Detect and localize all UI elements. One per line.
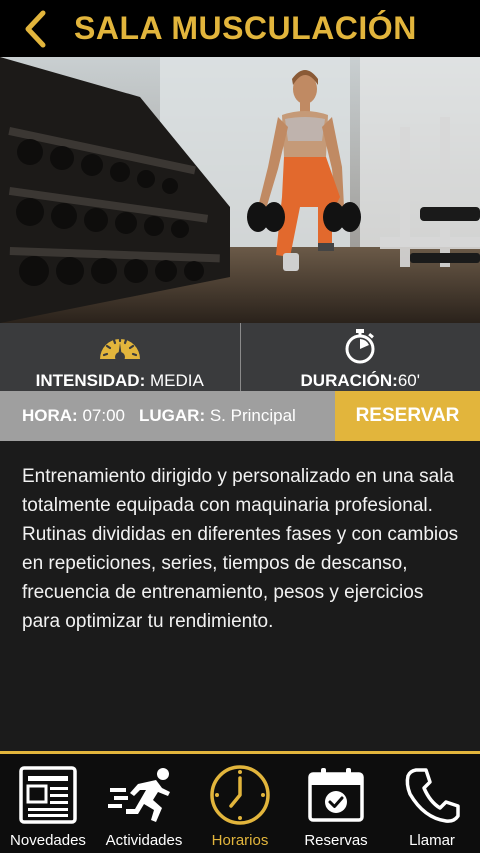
activity-description: Entrenamiento dirigido y personalizado e…	[22, 466, 459, 632]
nav-item-novedades[interactable]: Novedades	[0, 754, 96, 853]
reserve-button[interactable]: RESERVAR	[335, 391, 480, 441]
nav-item-horarios[interactable]: Horarios	[192, 754, 288, 853]
nav-label-actividades: Actividades	[105, 832, 183, 849]
bottom-nav: Novedades Actividades Horarios Reservas …	[0, 751, 480, 853]
intensity-value: MEDIA	[149, 371, 204, 390]
nav-item-actividades[interactable]: Actividades	[96, 754, 192, 853]
schedule-info: HORA: 07:00 LUGAR: S. Principal	[0, 406, 335, 426]
place-label: LUGAR:	[139, 406, 206, 425]
newspaper-icon	[19, 762, 77, 828]
place-value: S. Principal	[209, 406, 296, 425]
nav-item-llamar[interactable]: Llamar	[384, 754, 480, 853]
app-header: SALA MUSCULACIÓN	[0, 0, 480, 57]
runner-icon	[108, 762, 180, 828]
duration-value: 60'	[397, 371, 420, 390]
nav-label-novedades: Novedades	[10, 832, 86, 849]
intensity-label: INTENSIDAD:	[35, 371, 146, 390]
chevron-left-icon	[25, 10, 46, 47]
gauge-icon	[96, 327, 144, 365]
hero-image	[0, 57, 480, 323]
nav-label-horarios: Horarios	[211, 832, 269, 849]
duration-stat: DURACIÓN:60'	[239, 323, 480, 391]
nav-item-reservas[interactable]: Reservas	[288, 754, 384, 853]
back-button[interactable]	[0, 0, 70, 57]
stats-panel: INTENSIDAD: MEDIA DURACIÓN:60'	[0, 323, 480, 391]
stopwatch-icon	[343, 327, 377, 365]
calendar-check-icon	[307, 762, 365, 828]
hour-label: HORA:	[22, 406, 78, 425]
intensity-stat: INTENSIDAD: MEDIA	[0, 323, 240, 391]
hour-value: 07:00	[82, 406, 125, 425]
duration-label: DURACIÓN:	[300, 371, 398, 390]
clock-icon	[209, 762, 271, 828]
page-title: SALA MUSCULACIÓN	[74, 10, 417, 46]
nav-label-reservas: Reservas	[304, 832, 368, 849]
schedule-bar: HORA: 07:00 LUGAR: S. Principal RESERVAR	[0, 391, 480, 441]
phone-icon	[404, 762, 460, 828]
nav-label-llamar: Llamar	[409, 832, 455, 849]
